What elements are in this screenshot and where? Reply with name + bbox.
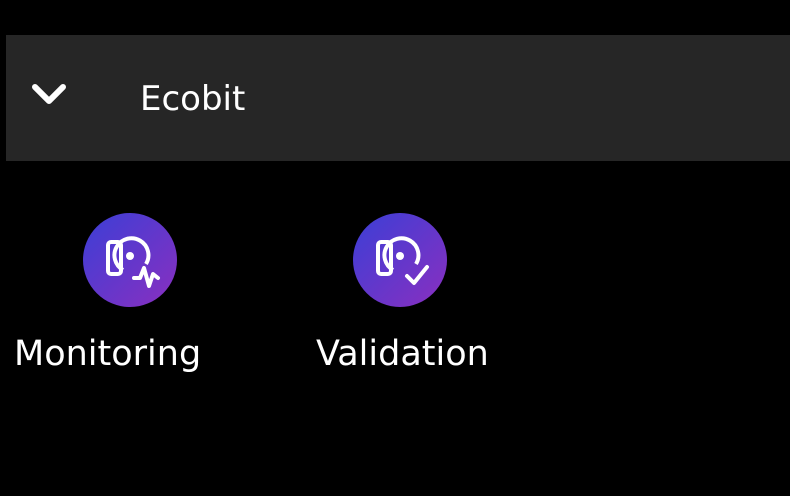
app-tile-monitoring[interactable]: Monitoring xyxy=(14,208,244,388)
app-window: Ecobit Monitoring Validation xyxy=(0,0,790,496)
disk-monitoring-icon xyxy=(82,212,178,308)
disk-validation-icon xyxy=(352,212,448,308)
app-tile-validation[interactable]: Validation xyxy=(304,208,534,388)
content-area: Ecobit Monitoring Validation xyxy=(6,35,790,496)
app-label: Monitoring xyxy=(14,334,202,374)
group-header-ecobit[interactable]: Ecobit xyxy=(6,35,790,161)
chevron-down-icon[interactable] xyxy=(29,79,69,109)
group-title: Ecobit xyxy=(140,79,246,119)
app-label: Validation xyxy=(316,334,489,374)
